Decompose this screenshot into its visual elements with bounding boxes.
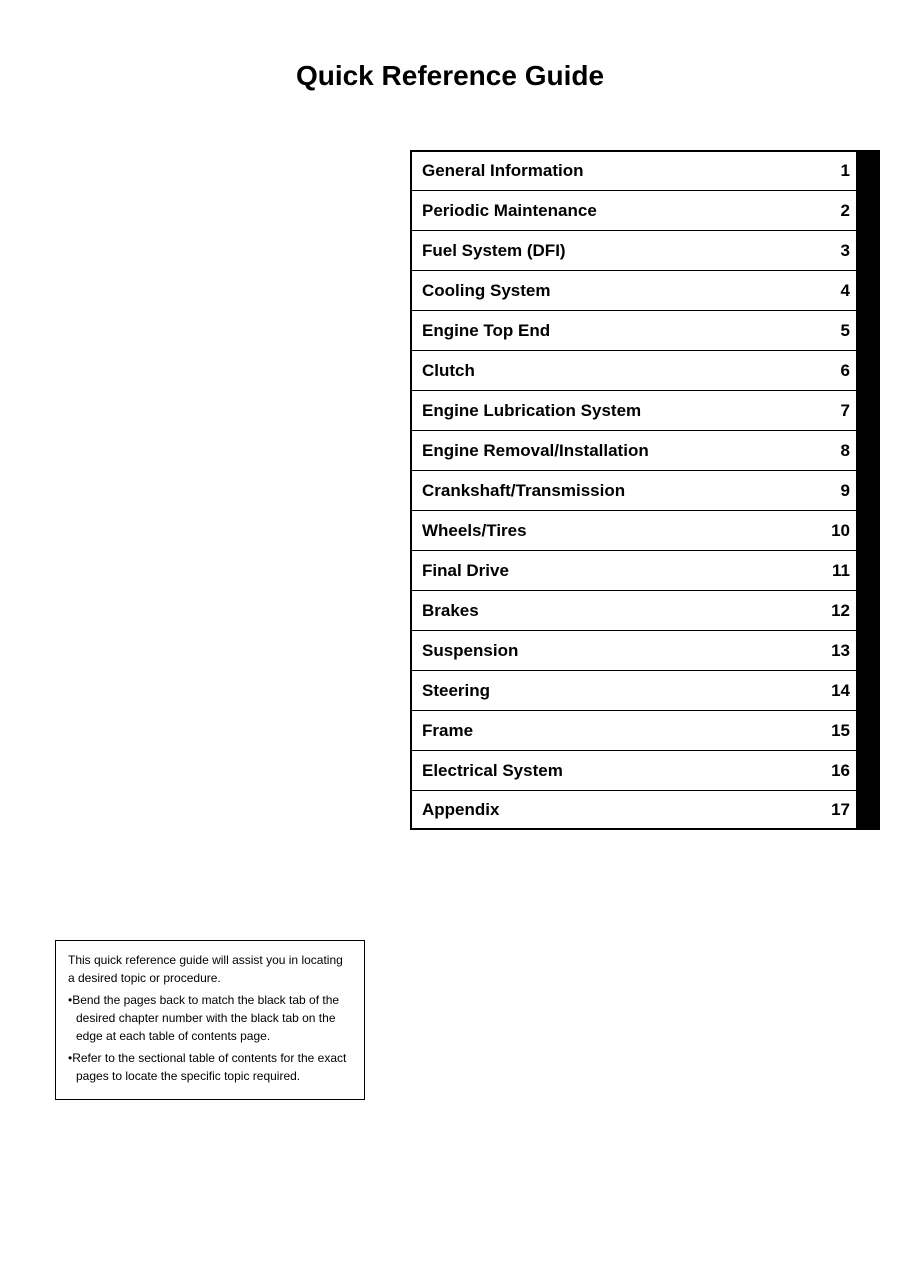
toc-item: Fuel System (DFI)3: [410, 230, 880, 270]
toc-black-tab: [856, 751, 878, 790]
toc-label: Appendix: [412, 791, 824, 828]
toc-label: Suspension: [412, 631, 824, 670]
toc-black-tab: [856, 191, 878, 230]
toc-number: 1: [824, 152, 856, 190]
info-bullet1: •Bend the pages back to match the black …: [68, 991, 352, 1045]
toc-item: Final Drive11: [410, 550, 880, 590]
toc-item: Clutch6: [410, 350, 880, 390]
toc-black-tab: [856, 631, 878, 670]
toc-item: Cooling System4: [410, 270, 880, 310]
toc-label: Steering: [412, 671, 824, 710]
toc-black-tab: [856, 551, 878, 590]
toc-item: Appendix17: [410, 790, 880, 830]
toc-label: Wheels/Tires: [412, 511, 824, 550]
toc-label: Engine Top End: [412, 311, 824, 350]
toc-item: General Information1: [410, 150, 880, 190]
toc-item: Wheels/Tires10: [410, 510, 880, 550]
toc-item: Brakes12: [410, 590, 880, 630]
toc-number: 6: [824, 351, 856, 390]
toc-black-tab: [856, 271, 878, 310]
toc-label: Clutch: [412, 351, 824, 390]
toc-number: 12: [824, 591, 856, 630]
toc-item: Electrical System16: [410, 750, 880, 790]
toc-black-tab: [856, 391, 878, 430]
toc-item: Engine Removal/Installation8: [410, 430, 880, 470]
toc-black-tab: [856, 231, 878, 270]
toc-number: 15: [824, 711, 856, 750]
table-of-contents: General Information1Periodic Maintenance…: [410, 150, 880, 830]
toc-item: Engine Lubrication System7: [410, 390, 880, 430]
toc-label: Brakes: [412, 591, 824, 630]
toc-number: 11: [824, 551, 856, 590]
toc-black-tab: [856, 311, 878, 350]
toc-item: Crankshaft/Transmission9: [410, 470, 880, 510]
toc-label: Electrical System: [412, 751, 824, 790]
toc-item: Steering14: [410, 670, 880, 710]
toc-number: 7: [824, 391, 856, 430]
toc-label: Final Drive: [412, 551, 824, 590]
toc-number: 10: [824, 511, 856, 550]
toc-black-tab: [856, 791, 878, 828]
toc-black-tab: [856, 351, 878, 390]
toc-number: 16: [824, 751, 856, 790]
toc-label: Fuel System (DFI): [412, 231, 824, 270]
toc-black-tab: [856, 511, 878, 550]
toc-black-tab: [856, 671, 878, 710]
toc-label: Crankshaft/Transmission: [412, 471, 824, 510]
toc-item: Periodic Maintenance2: [410, 190, 880, 230]
page-title: Quick Reference Guide: [0, 0, 900, 132]
info-bullet2: •Refer to the sectional table of content…: [68, 1049, 352, 1085]
toc-number: 13: [824, 631, 856, 670]
toc-item: Engine Top End5: [410, 310, 880, 350]
toc-label: Engine Removal/Installation: [412, 431, 824, 470]
toc-item: Frame15: [410, 710, 880, 750]
toc-number: 14: [824, 671, 856, 710]
toc-number: 2: [824, 191, 856, 230]
toc-black-tab: [856, 471, 878, 510]
toc-number: 5: [824, 311, 856, 350]
toc-black-tab: [856, 431, 878, 470]
toc-label: General Information: [412, 152, 824, 190]
toc-label: Cooling System: [412, 271, 824, 310]
toc-number: 3: [824, 231, 856, 270]
toc-label: Frame: [412, 711, 824, 750]
toc-label: Engine Lubrication System: [412, 391, 824, 430]
toc-black-tab: [856, 591, 878, 630]
toc-label: Periodic Maintenance: [412, 191, 824, 230]
toc-number: 17: [824, 791, 856, 828]
info-intro: This quick reference guide will assist y…: [68, 951, 352, 987]
toc-black-tab: [856, 152, 878, 190]
info-box: This quick reference guide will assist y…: [55, 940, 365, 1100]
toc-number: 8: [824, 431, 856, 470]
toc-item: Suspension13: [410, 630, 880, 670]
toc-number: 9: [824, 471, 856, 510]
toc-black-tab: [856, 711, 878, 750]
toc-number: 4: [824, 271, 856, 310]
